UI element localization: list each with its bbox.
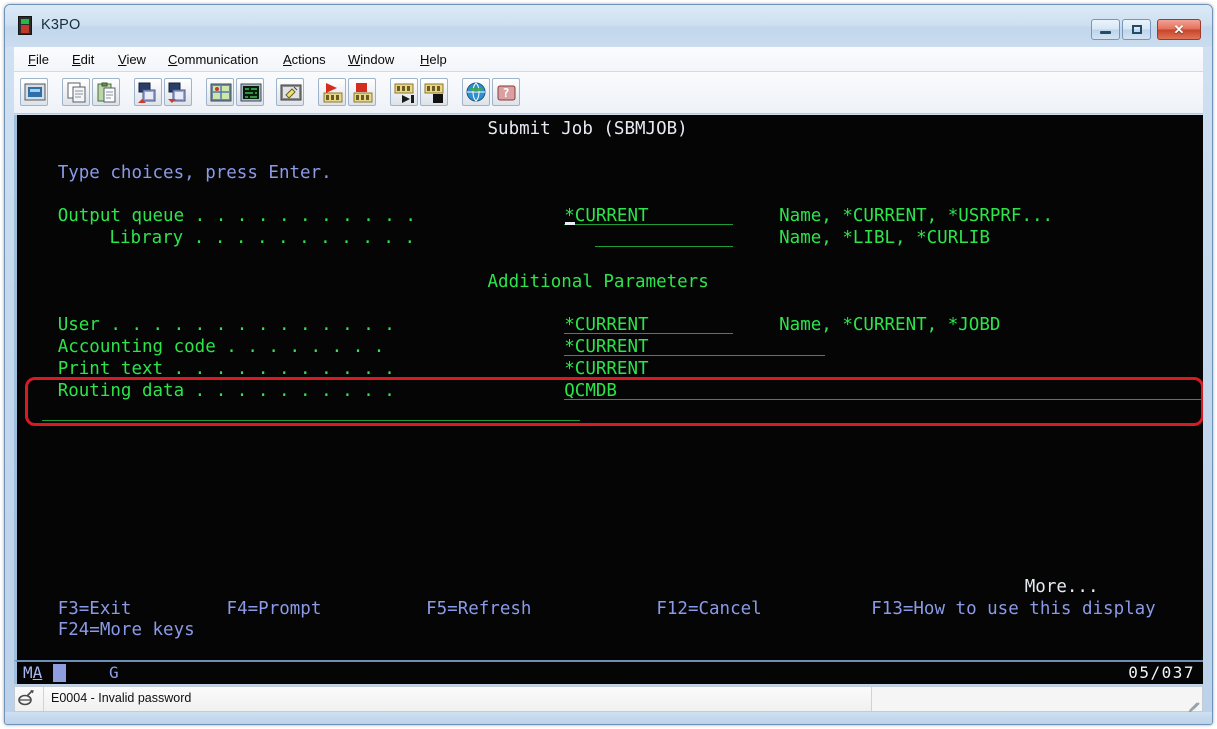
toolbar-setup-icon — [240, 83, 262, 102]
menu-item-window[interactable]: Window — [345, 51, 397, 68]
paste-button[interactable] — [92, 78, 120, 106]
receive-file-button[interactable] — [164, 78, 192, 106]
stop-record-icon — [424, 83, 444, 103]
edit-macro-icon — [280, 84, 302, 101]
maximize-icon — [1123, 20, 1150, 39]
play-macro-icon — [323, 83, 343, 103]
oia-mode-indicator: MA — [23, 663, 43, 682]
toolbar-setup-button[interactable] — [236, 78, 264, 106]
field-help-library: Name, *LIBL, *CURLIB — [779, 228, 990, 248]
copy-icon — [67, 82, 86, 103]
more-indicator: More... — [1024, 576, 1099, 597]
oia-cursor-block — [53, 664, 66, 682]
field-label-library: Library . . . . . . . . . . . — [88, 228, 416, 248]
record-macro-icon — [394, 83, 414, 103]
stop-macro-button[interactable] — [348, 78, 376, 106]
keyboard-remap-button[interactable] — [206, 78, 234, 106]
stop-macro-icon — [353, 83, 373, 103]
display-session-button[interactable] — [20, 78, 48, 106]
field-label-accounting-code: Accounting code . . . . . . . . — [57, 337, 385, 357]
keyboard-remap-icon — [210, 83, 232, 102]
send-file-icon — [138, 82, 156, 103]
play-macro-button[interactable] — [318, 78, 346, 106]
connection-status-icon — [15, 687, 44, 711]
field-label-user: User . . . . . . . . . . . . . . — [57, 315, 395, 336]
menu-item-help[interactable]: Help — [417, 51, 450, 68]
internet-button[interactable] — [462, 78, 490, 106]
function-key-f13[interactable]: F13=How to use this display — [871, 599, 1155, 621]
help-icon: ? — [497, 85, 516, 101]
menu-item-view[interactable]: View — [115, 51, 149, 68]
application-window: K3PO ✕ File Edit View Communication Acti… — [4, 4, 1213, 725]
minimize-button[interactable] — [1091, 19, 1120, 40]
paste-icon — [97, 82, 116, 103]
terminal-text-grid: Submit Job (SBMJOB) Type choices, press E… — [17, 115, 1203, 660]
section-header: Additional Parameters — [487, 271, 709, 292]
operator-information-area: MA G 05/037 — [14, 660, 1203, 684]
status-message-text: E0004 - Invalid password — [51, 691, 192, 705]
instruction-text: Type choices, press Enter. — [57, 162, 332, 183]
text-cursor — [565, 222, 576, 226]
function-key-f12[interactable]: F12=Cancel — [656, 599, 761, 621]
edit-macro-button[interactable] — [276, 78, 304, 106]
terminal-screen[interactable]: Submit Job (SBMJOB) Type choices, press E… — [14, 115, 1203, 660]
help-button[interactable]: ? — [492, 78, 520, 106]
screen-title: Submit Job (SBMJOB) — [487, 119, 688, 139]
toolbar: ? — [14, 72, 1203, 114]
function-key-f5[interactable]: F5=Refresh — [426, 599, 531, 621]
function-key-f3[interactable]: F3=Exit — [58, 599, 132, 621]
window-bottom-edge — [5, 712, 1212, 724]
status-bar: E0004 - Invalid password — [14, 686, 1203, 714]
oia-system-indicator: G — [109, 663, 119, 682]
field-label-output-queue: Output queue . . . . . . . . . . . — [57, 206, 416, 227]
menu-item-file[interactable]: File — [25, 51, 52, 68]
resize-grip[interactable] — [1185, 695, 1200, 714]
send-file-button[interactable] — [134, 78, 162, 106]
internet-icon — [466, 82, 486, 102]
field-label-print-text: Print text . . . . . . . . . . . — [57, 358, 395, 379]
field-label-routing-data: Routing data . . . . . . . . . . — [57, 380, 395, 401]
terminal-icon — [18, 16, 32, 35]
function-key-f4[interactable]: F4=Prompt — [227, 599, 322, 621]
field-help-user: Name, *CURRENT, *JOBD — [779, 315, 1001, 336]
display-session-icon — [24, 83, 46, 101]
status-secondary-panel — [871, 687, 1202, 711]
stop-record-button[interactable] — [420, 78, 448, 106]
disconnected-session-icon — [18, 690, 34, 706]
menu-item-actions[interactable]: Actions — [280, 51, 329, 68]
menu-bar: File Edit View Communication Actions Win… — [14, 47, 1203, 72]
function-key-f24[interactable]: F24=More keys — [58, 620, 195, 642]
field-help-output-queue: Name, *CURRENT, *USRPRF... — [779, 206, 1054, 227]
receive-file-icon — [168, 82, 186, 103]
menu-item-communication[interactable]: Communication — [165, 51, 261, 68]
record-macro-button[interactable] — [390, 78, 418, 106]
svg-text:?: ? — [502, 86, 509, 100]
title-bar: K3PO ✕ — [5, 5, 1212, 47]
close-button[interactable]: ✕ — [1157, 19, 1201, 40]
menu-item-edit[interactable]: Edit — [69, 51, 97, 68]
oia-cursor-position: 05/037 — [1128, 663, 1195, 682]
copy-button[interactable] — [62, 78, 90, 106]
window-title: K3PO — [41, 17, 81, 33]
close-icon: ✕ — [1173, 22, 1185, 37]
maximize-button[interactable] — [1122, 19, 1151, 40]
minimize-icon — [1092, 20, 1119, 39]
